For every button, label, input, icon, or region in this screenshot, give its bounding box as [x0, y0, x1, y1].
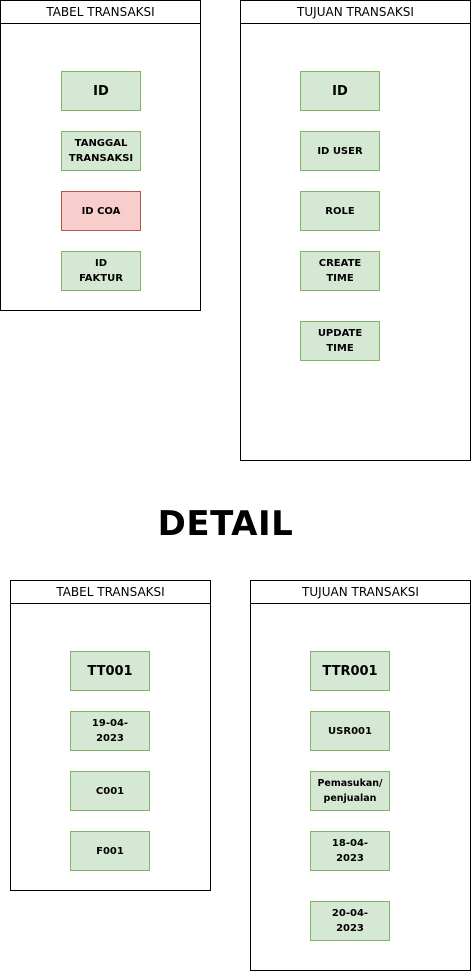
- field-tanggal-transaksi: TANGGAL TRANSAKSI: [61, 131, 141, 171]
- value-create-time: 18-04- 2023: [310, 831, 390, 871]
- value-id-coa: C001: [70, 771, 150, 811]
- value-id: TT001: [70, 651, 150, 691]
- tujuan-transaksi-table: TUJUAN TRANSAKSI ID ID USER ROLE CREATE …: [240, 0, 471, 461]
- table-title: TUJUAN TRANSAKSI: [241, 1, 470, 24]
- detail-heading: DETAIL: [157, 504, 294, 544]
- field-id: ID: [300, 71, 380, 111]
- value-id: TTR001: [310, 651, 390, 691]
- value-role: Pemasukan/ penjualan: [310, 771, 390, 811]
- field-id-user: ID USER: [300, 131, 380, 171]
- tabel-transaksi-table: TABEL TRANSAKSI ID TANGGAL TRANSAKSI ID …: [0, 0, 201, 311]
- value-id-faktur: F001: [70, 831, 150, 871]
- field-update-time: UPDATE TIME: [300, 321, 380, 361]
- field-id-faktur: ID FAKTUR: [61, 251, 141, 291]
- table-title: TABEL TRANSAKSI: [11, 581, 210, 604]
- value-id-user: USR001: [310, 711, 390, 751]
- table-title: TUJUAN TRANSAKSI: [251, 581, 470, 604]
- value-update-time: 20-04- 2023: [310, 901, 390, 941]
- field-id-coa: ID COA: [61, 191, 141, 231]
- value-tanggal-transaksi: 19-04- 2023: [70, 711, 150, 751]
- field-role: ROLE: [300, 191, 380, 231]
- table-title: TABEL TRANSAKSI: [1, 1, 200, 24]
- detail-tabel-transaksi-table: TABEL TRANSAKSI TT001 19-04- 2023 C001 F…: [10, 580, 211, 891]
- field-id: ID: [61, 71, 141, 111]
- detail-tujuan-transaksi-table: TUJUAN TRANSAKSI TTR001 USR001 Pemasukan…: [250, 580, 471, 971]
- field-create-time: CREATE TIME: [300, 251, 380, 291]
